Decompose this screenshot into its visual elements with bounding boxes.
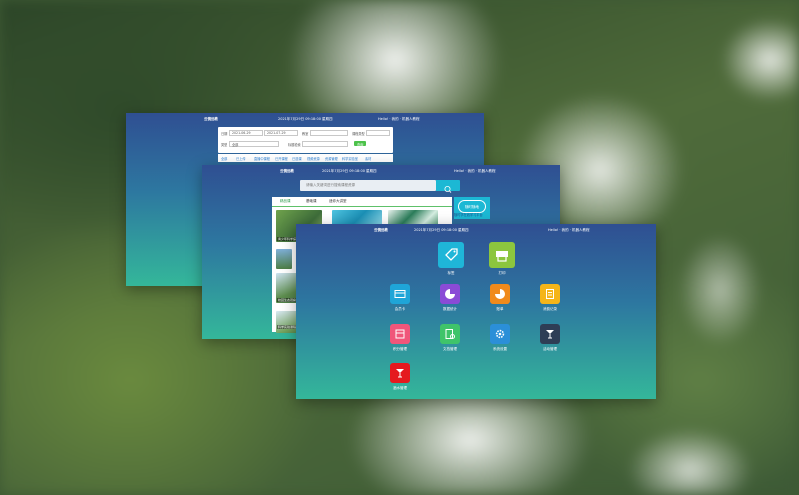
title-search-input[interactable] [302,141,348,147]
filter-panel: 日期 2021-06-29 2021-07-29 教室 课程类型 类型 全部 标… [218,127,393,153]
course-caption: 科学实验课程 [277,325,298,329]
clock: 2021年7月29日 09:18:00 星期四 [322,169,377,173]
tab-0[interactable]: 全部 [221,156,227,161]
cocktail-icon [540,324,560,344]
cocktail-icon [390,363,410,383]
app-label: 积分管理 [393,347,407,351]
tab-5[interactable]: 视频资源 [307,156,320,161]
tab-1[interactable]: 已上传 [236,156,246,161]
course-type-select[interactable] [366,130,390,136]
app-points[interactable]: 积分管理 [385,324,415,352]
app-label: 标签 [447,271,455,275]
app-drinks[interactable]: 酒水管理 [385,363,415,391]
user-menu[interactable]: Hello! · 我的 · 机器人教程 [378,113,419,125]
app-settings[interactable]: 系统设置 [485,324,515,352]
list-icon [390,324,410,344]
query-button-label: 查询 [357,143,364,147]
app-print[interactable]: 打印 [487,242,517,276]
tab-underline [272,206,452,207]
course-caption: 校园生态观察 [277,298,298,302]
tab-mini-lecture[interactable]: 迷你大讲堂 [329,199,347,204]
brand-title: 云镜远教 [204,117,218,121]
app-label: 酒水管理 [393,386,407,390]
window-app-dashboard: 云镜远教 2021年7月29日 09:18:00 星期四 Hello! · 我的… [296,224,656,399]
printer-icon [489,242,515,268]
tab-2[interactable]: 直播中课程 [254,156,270,161]
app-consumption[interactable]: 消费记录 [535,284,565,312]
top-bar: 云镜远教 2021年7月29日 09:18:00 星期四 Hello! · 我的… [126,113,484,125]
badge-caption: 随时学在线学习平台 [454,213,483,217]
document-icon [540,284,560,304]
app-label: 文档管理 [443,347,457,351]
brand-title: 云镜远教 [280,169,294,173]
tab-8[interactable]: 素材 [365,156,371,161]
tab-basic[interactable]: 基础课 [306,199,317,204]
document-settings-icon [440,324,460,344]
card-icon [390,284,410,304]
top-bar: 云镜远教 2021年7月29日 09:18:00 星期四 Hello! · 我的… [202,165,560,177]
app-label: 活动管理 [543,347,557,351]
title-search-label: 标题检索 [288,143,301,147]
app-member-card[interactable]: 会员卡 [385,284,415,312]
tab-7[interactable]: 科学实验室 [342,156,358,161]
end-date-value: 2021-07-29 [267,131,286,135]
type-label: 类型 [221,143,228,147]
brand-title: 云镜远教 [374,228,388,232]
start-date-value: 2021-06-29 [232,131,251,135]
app-label: 账单 [496,307,504,311]
course-thumbnail[interactable] [276,249,292,269]
tab-featured[interactable]: 精品课 [280,199,291,204]
tab-4[interactable]: 已选课 [292,156,302,161]
tab-6[interactable]: 资源管理 [325,156,338,161]
user-menu[interactable]: Hello! · 我的 · 机器人教程 [454,165,495,177]
app-bill[interactable]: 账单 [485,284,515,312]
category-tabs: 全部 已上传 直播中课程 已开课程 已选课 视频资源 资源管理 科学实验室 素材 [218,154,393,162]
clock: 2021年7月29日 09:18:00 星期四 [414,228,469,232]
top-bar: 云镜远教 2021年7月29日 09:18:00 星期四 Hello! · 我的… [296,224,656,236]
classroom-label: 教室 [302,132,309,136]
type-value: 全部 [232,143,239,147]
course-type-label: 课程类型 [352,132,365,136]
search-button[interactable] [436,180,460,193]
app-documents[interactable]: 文档管理 [435,324,465,352]
app-label: 系统设置 [493,347,507,351]
date-label: 日期 [221,132,228,136]
app-label: 打印 [498,271,506,275]
tab-3[interactable]: 已开课程 [275,156,288,161]
user-menu[interactable]: Hello! · 我的 · 机器人教程 [548,224,589,236]
app-label: 会员卡 [394,307,406,311]
classroom-select[interactable] [310,130,348,136]
clock: 2021年7月29日 09:18:00 星期四 [278,117,333,121]
app-statistics[interactable]: 数据统计 [435,284,465,312]
app-label: 数据统计 [443,307,457,311]
app-label: 消费记录 [543,307,557,311]
app-activities[interactable]: 活动管理 [535,324,565,352]
app-tag[interactable]: 标签 [436,242,466,276]
pie-chart-icon [440,284,460,304]
tag-icon [438,242,464,268]
search-icon [444,186,452,193]
gear-icon [490,324,510,344]
pie-chart-icon [490,284,510,304]
search-placeholder: 请输入关键词进行搜索课程资源 [306,183,355,187]
search-input[interactable]: 请输入关键词进行搜索课程资源 [300,180,436,191]
